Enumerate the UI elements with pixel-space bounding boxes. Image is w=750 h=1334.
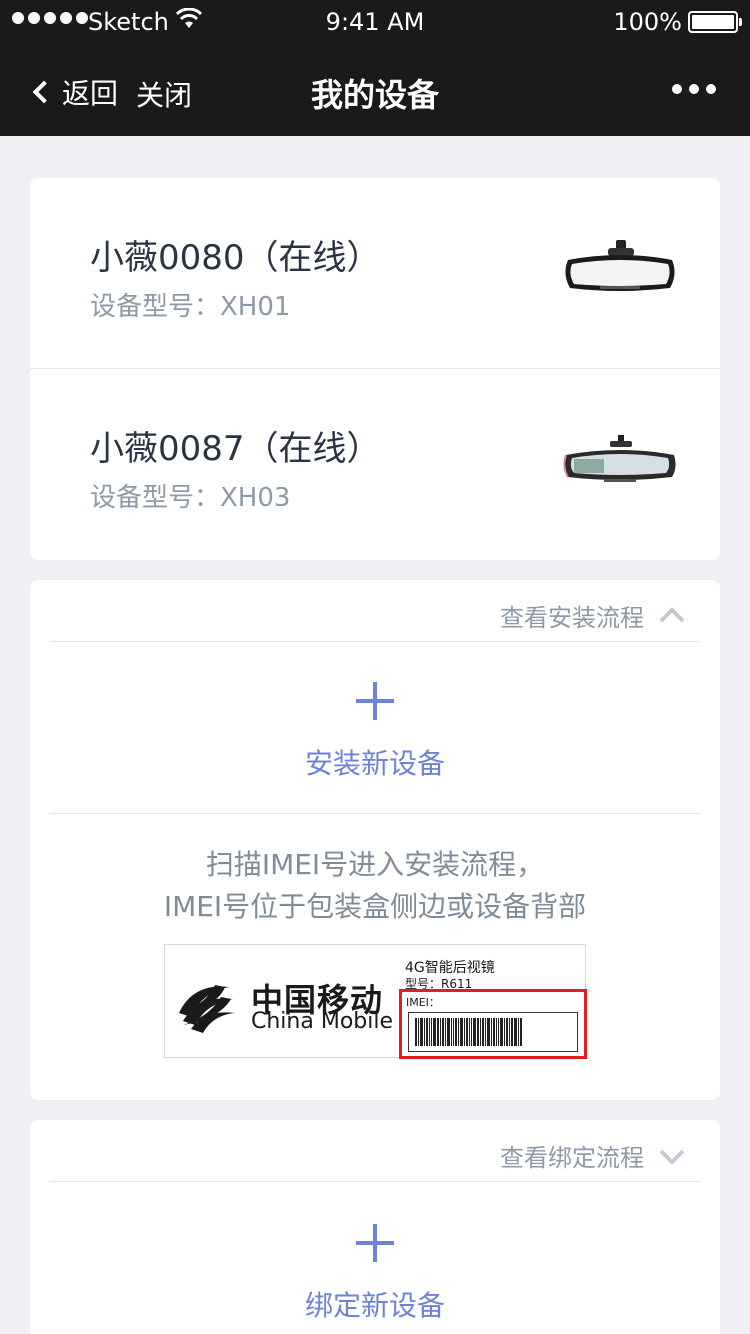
battery-icon [688,11,742,33]
bind-card: 查看绑定流程 绑定新设备 [30,1120,720,1334]
device-name: 小薇0080（在线） [90,238,381,278]
device-item[interactable]: 小薇0087（在线） 设备型号：XH03 [30,369,720,560]
battery-percentage: 100% [613,8,682,36]
navigation-bar: 返回 关闭 我的设备 [0,44,750,136]
divider [50,641,700,642]
imei-highlight-frame: IMEI： [399,989,587,1059]
bind-new-device-label: 绑定新设备 [304,1289,445,1322]
view-install-process-link[interactable]: 查看安装流程 [500,598,686,633]
device-list-card: 小薇0080（在线） 设备型号：XH01 小薇0087（在线） 设备型号：XH0… [30,178,720,560]
imei-hint-line-1: 扫描IMEI号进入安装流程， [205,848,545,881]
install-card: 查看安装流程 安装新设备 扫描IMEI号进入安装流程， IMEI号位于包装盒侧边… [30,580,720,1100]
china-mobile-logo-icon [179,985,235,1033]
page-title: 我的设备 [310,76,439,114]
rearview-mirror-image [563,435,676,482]
view-bind-process-link[interactable]: 查看绑定流程 [500,1138,686,1173]
view-install-process-label: 查看安装流程 [500,604,644,632]
chevron-down-icon [659,1149,685,1165]
divider [50,813,700,814]
status-bar: Sketch 9:41 AM 100% [0,0,750,44]
imei-sample-label-image: 中国移动 China Mobile 4G智能后视镜 型号：R611 IMEI： [164,944,587,1059]
product-name: 4G智能后视镜 [405,960,495,976]
device-model: 设备型号：XH03 [90,483,291,513]
barcode-icon [408,1012,578,1052]
install-new-device-button[interactable]: 安装新设备 [30,682,720,782]
device-item[interactable]: 小薇0080（在线） 设备型号：XH01 [30,178,720,369]
rearview-mirror-image [565,240,675,291]
brand-english: China Mobile [251,1009,394,1034]
device-model: 设备型号：XH01 [90,292,291,322]
imei-label: IMEI： [406,996,440,1009]
plus-icon [356,1224,394,1262]
bind-new-device-button[interactable]: 绑定新设备 [30,1224,720,1324]
device-name: 小薇0087（在线） [90,429,381,469]
more-options-icon[interactable] [672,84,716,94]
chevron-up-icon [659,606,685,622]
divider [50,1181,700,1182]
imei-hint-line-2: IMEI号位于包装盒侧边或设备背部 [163,890,587,923]
view-bind-process-label: 查看绑定流程 [500,1144,644,1172]
install-new-device-label: 安装新设备 [304,747,445,780]
plus-icon [356,682,394,720]
